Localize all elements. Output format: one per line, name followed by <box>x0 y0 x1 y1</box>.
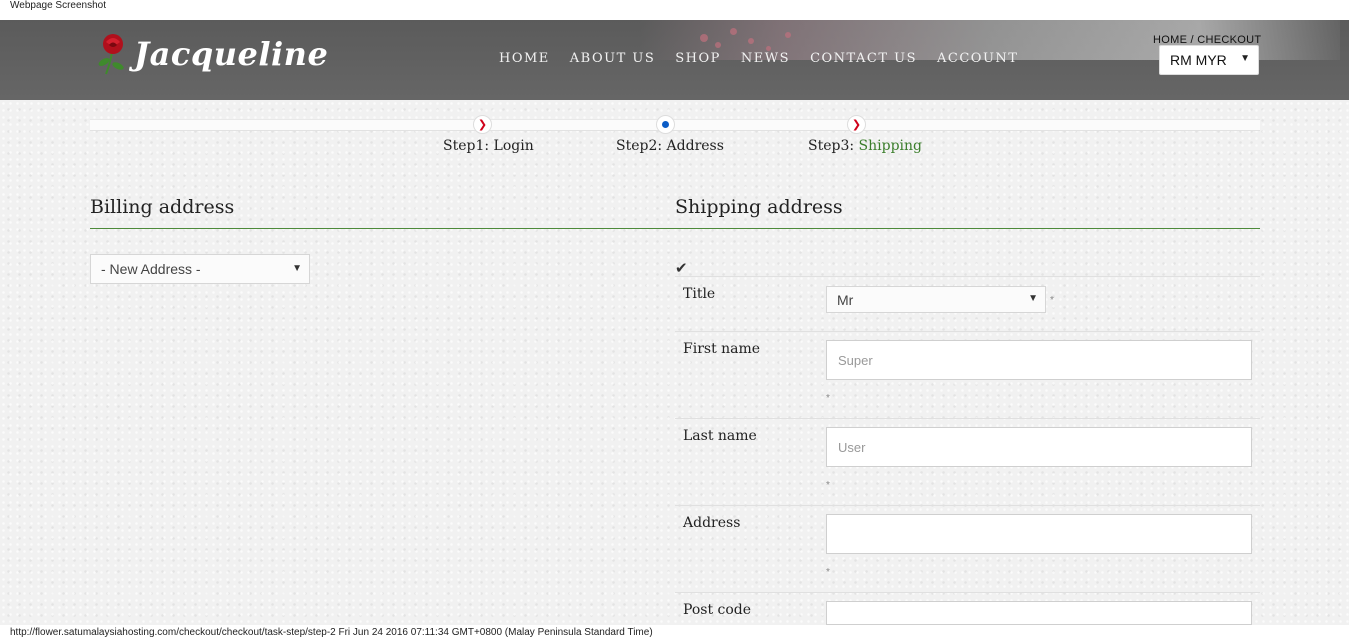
site-header: Jacqueline HOME ABOUT US SHOP NEWS CONTA… <box>0 20 1349 100</box>
chevron-right-icon: ❯ <box>477 118 488 131</box>
required-mark: * <box>1050 295 1054 306</box>
step2-label: Step2: Address <box>616 138 724 154</box>
address-label: Address <box>683 515 741 531</box>
nav-account[interactable]: ACCOUNT <box>937 51 1018 66</box>
first-name-input[interactable]: Super <box>826 340 1252 380</box>
step3-highlight: Shipping <box>858 138 923 154</box>
title-select[interactable]: Mr ▼ <box>826 286 1046 313</box>
logo-wordmark: Jacqueline <box>134 35 329 73</box>
last-name-input[interactable]: User <box>826 427 1252 467</box>
dropdown-arrow-icon: ▼ <box>292 263 302 274</box>
currency-value: RM MYR <box>1170 52 1227 68</box>
billing-address-select-value: - New Address - <box>101 261 201 277</box>
address-input[interactable] <box>826 514 1252 554</box>
screenshot-caption: Webpage Screenshot <box>10 0 106 11</box>
step3-label[interactable]: Step3: Shipping <box>808 138 922 154</box>
row-divider <box>675 418 1260 419</box>
checkmark-icon[interactable]: ✔ <box>675 259 688 277</box>
row-divider <box>675 592 1260 593</box>
step1-label[interactable]: Step1: Login <box>443 138 534 154</box>
step3-node[interactable]: ❯ <box>847 115 866 134</box>
checkout-main: ❯ ❯ Step1: Login Step2: Address Step3: S… <box>0 100 1349 625</box>
post-code-label: Post code <box>683 602 752 618</box>
billing-address-select[interactable]: - New Address - ▼ <box>90 254 310 284</box>
currency-select[interactable]: RM MYR ▼ <box>1159 45 1259 75</box>
required-mark: * <box>826 393 830 404</box>
dot-icon <box>662 121 669 128</box>
site-logo[interactable]: Jacqueline <box>96 32 328 76</box>
nav-shop[interactable]: SHOP <box>675 51 721 66</box>
row-divider <box>675 276 1260 277</box>
dropdown-arrow-icon: ▼ <box>1240 53 1250 64</box>
nav-about-us[interactable]: ABOUT US <box>570 51 655 66</box>
first-name-label: First name <box>683 341 761 357</box>
row-divider <box>675 505 1260 506</box>
page-url-caption: http://flower.satumalaysiahosting.com/ch… <box>10 627 653 638</box>
post-code-input[interactable] <box>826 601 1252 625</box>
last-name-label: Last name <box>683 428 757 444</box>
checkout-progress-bar <box>90 119 1260 131</box>
step2-node <box>656 115 675 134</box>
title-select-value: Mr <box>837 292 854 308</box>
billing-address-title: Billing address <box>90 196 235 218</box>
section-divider <box>90 228 1260 229</box>
nav-news[interactable]: NEWS <box>741 51 790 66</box>
main-nav: HOME ABOUT US SHOP NEWS CONTACT US ACCOU… <box>499 51 1038 66</box>
required-mark: * <box>826 567 830 578</box>
step3-prefix: Step3: <box>808 138 859 154</box>
step1-node[interactable]: ❯ <box>473 115 492 134</box>
nav-contact-us[interactable]: CONTACT US <box>810 51 917 66</box>
shipping-address-title: Shipping address <box>675 196 843 218</box>
nav-home[interactable]: HOME <box>499 51 550 66</box>
required-mark: * <box>826 480 830 491</box>
chevron-right-icon: ❯ <box>851 118 862 131</box>
title-label: Title <box>683 286 716 302</box>
row-divider <box>675 331 1260 332</box>
rose-logo-icon <box>98 34 124 75</box>
dropdown-arrow-icon: ▼ <box>1028 293 1038 304</box>
